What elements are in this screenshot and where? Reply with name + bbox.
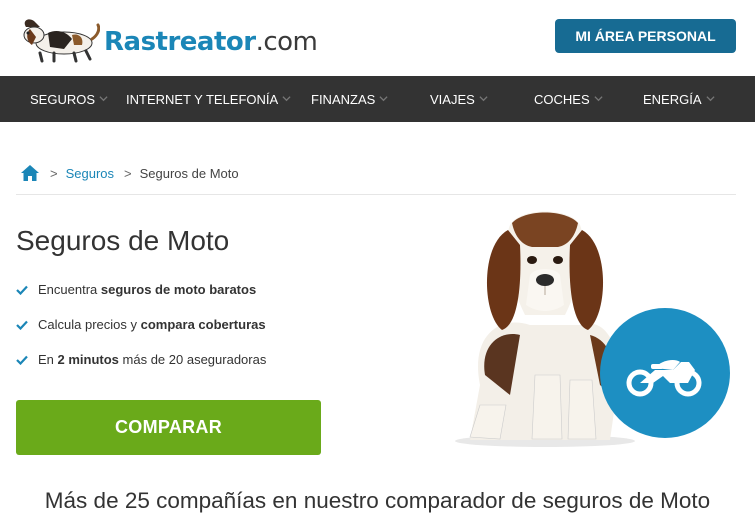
- divider: [16, 194, 736, 195]
- compare-button[interactable]: COMPARAR: [16, 400, 321, 455]
- feature-text: En 2 minutos más de 20 aseguradoras: [38, 352, 267, 367]
- feature-item: Calcula precios y compara coberturas: [16, 317, 266, 352]
- chevron-down-icon: [99, 95, 108, 101]
- chevron-down-icon: [282, 95, 291, 101]
- logo-brand: Rastreator: [104, 27, 256, 57]
- feature-item: En 2 minutos más de 20 aseguradoras: [16, 352, 266, 387]
- nav-label: INTERNET Y TELEFONÍA: [126, 91, 279, 107]
- nav-item-viajes[interactable]: VIAJES: [430, 76, 488, 122]
- chevron-down-icon: [479, 95, 488, 101]
- nav-label: VIAJES: [430, 91, 475, 107]
- nav-label: COCHES: [534, 91, 590, 107]
- check-icon: [16, 355, 28, 365]
- chevron-down-icon: [705, 95, 715, 101]
- motorbike-icon: [626, 360, 702, 397]
- motorbike-badge: [600, 308, 730, 438]
- nav-item-internet[interactable]: INTERNET Y TELEFONÍA: [126, 76, 291, 122]
- breadcrumb-current: Seguros de Moto: [139, 165, 239, 181]
- nav-item-seguros[interactable]: SEGUROS: [30, 76, 108, 122]
- nav-item-coches[interactable]: COCHES: [534, 76, 603, 122]
- nav-label: FINANZAS: [311, 91, 376, 107]
- breadcrumb: > Seguros > Seguros de Moto: [20, 162, 239, 184]
- feature-item: Encuentra seguros de moto baratos: [16, 282, 266, 317]
- logo-tld: .com: [255, 27, 318, 57]
- breadcrumb-separator: >: [50, 165, 58, 181]
- nav-label: SEGUROS: [30, 91, 96, 107]
- nav-item-finanzas[interactable]: FINANZAS: [311, 76, 388, 122]
- personal-area-button[interactable]: MI ÁREA PERSONAL: [555, 19, 736, 53]
- feature-list: Encuentra seguros de moto baratos Calcul…: [16, 282, 266, 387]
- feature-text: Encuentra seguros de moto baratos: [38, 282, 257, 297]
- nav-item-energia[interactable]: ENERGÍA: [643, 76, 715, 122]
- nav-label: ENERGÍA: [643, 91, 702, 107]
- check-icon: [16, 320, 28, 330]
- main-nav: SEGUROS INTERNET Y TELEFONÍA FINANZAS VI…: [0, 76, 755, 122]
- breadcrumb-link-seguros[interactable]: Seguros: [66, 166, 114, 181]
- chevron-down-icon: [379, 95, 388, 101]
- check-icon: [16, 285, 28, 295]
- site-header: Rastreator.com MI ÁREA PERSONAL: [0, 0, 755, 76]
- site-logo[interactable]: Rastreator.com: [20, 14, 318, 64]
- breadcrumb-separator: >: [124, 165, 132, 181]
- basset-dog-logo: [23, 19, 100, 63]
- chevron-down-icon: [594, 95, 603, 101]
- section-subheading: Más de 25 compañías en nuestro comparado…: [44, 488, 711, 513]
- home-icon[interactable]: [20, 164, 40, 182]
- page-title: Seguros de Moto: [16, 225, 230, 256]
- feature-text: Calcula precios y compara coberturas: [38, 317, 266, 332]
- logo-text: Rastreator.com: [104, 27, 318, 57]
